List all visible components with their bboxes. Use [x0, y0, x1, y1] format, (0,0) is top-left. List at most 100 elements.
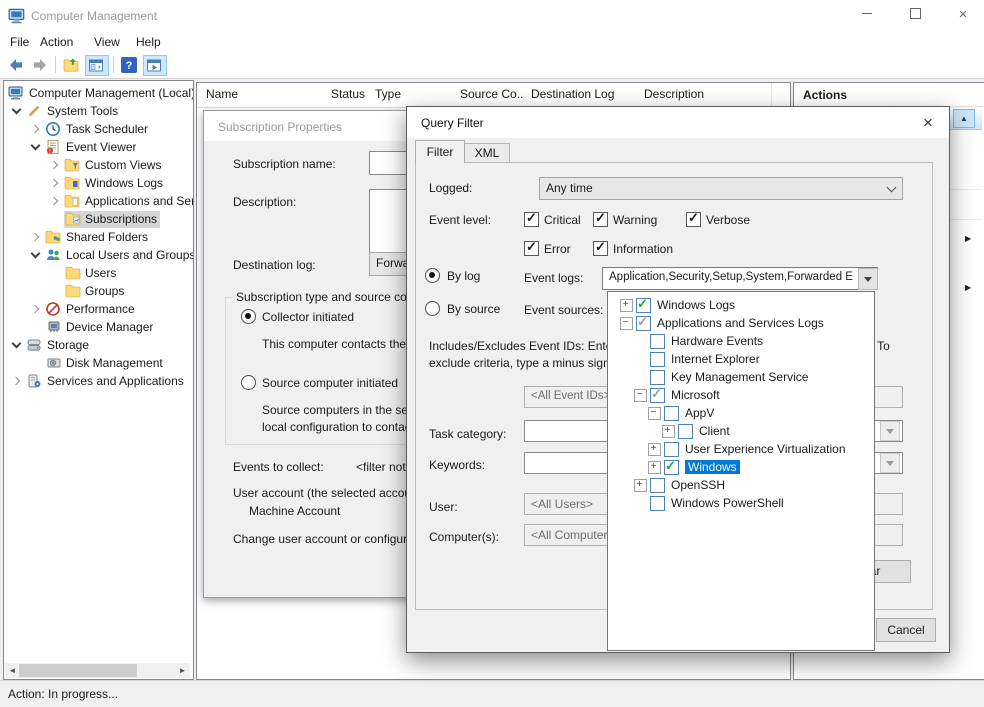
tree-item-services-and-applications[interactable]: Services and Applications	[4, 372, 194, 390]
chevron-expanded-icon[interactable]	[28, 139, 45, 155]
tree-item-disk-management[interactable]: Disk Management	[4, 354, 194, 372]
mixed-checkbox[interactable]	[650, 388, 665, 403]
checked-checkbox[interactable]	[636, 298, 651, 313]
tree-item-custom-views[interactable]: Custom Views	[4, 156, 194, 174]
minimize-button[interactable]	[852, 6, 882, 26]
dropdown-item-openssh[interactable]: OpenSSH	[608, 476, 874, 494]
collapse-minus-icon[interactable]	[634, 389, 647, 402]
event-logs-combo[interactable]: Application,Security,Setup,System,Forwar…	[602, 267, 878, 290]
chevron-collapsed-icon[interactable]	[9, 373, 26, 389]
submenu-arrow-icon[interactable]: ▶	[965, 234, 971, 243]
tab-filter[interactable]: Filter	[415, 140, 465, 163]
tab-xml[interactable]: XML	[464, 143, 510, 163]
unchecked-checkbox[interactable]	[650, 352, 665, 367]
tree-item-users[interactable]: Users	[4, 264, 194, 282]
tree-item-event-viewer[interactable]: ! Event Viewer	[4, 138, 194, 156]
dropdown-item-internet-explorer[interactable]: Internet Explorer	[608, 350, 874, 368]
tree-item-task-scheduler[interactable]: Task Scheduler	[4, 120, 194, 138]
collapse-section-arrow-icon[interactable]: ▲	[953, 109, 975, 128]
tree-item-device-manager[interactable]: Device Manager	[4, 318, 194, 336]
expand-plus-icon[interactable]	[648, 461, 661, 474]
checked-checkbox[interactable]	[664, 460, 679, 475]
scroll-right-arrow-icon[interactable]: ►	[175, 666, 190, 675]
menu-action[interactable]: Action	[34, 33, 79, 51]
expand-plus-icon[interactable]	[662, 425, 675, 438]
menu-help[interactable]: Help	[130, 33, 167, 51]
back-button[interactable]	[6, 55, 26, 75]
forward-button[interactable]	[30, 55, 50, 75]
submenu-arrow-icon[interactable]: ▶	[965, 283, 971, 292]
export-list-button[interactable]	[61, 55, 81, 75]
column-header-type[interactable]: Type	[368, 83, 454, 106]
column-header-name[interactable]: Name	[197, 83, 324, 106]
source-computer-initiated-radio[interactable]	[241, 375, 256, 390]
warning-checkbox[interactable]	[593, 212, 608, 227]
help-button[interactable]: ?	[119, 55, 139, 75]
chevron-collapsed-icon[interactable]	[28, 301, 45, 317]
tree-item-computer-management[interactable]: Computer Management (Local)	[4, 84, 194, 102]
tree-item-groups[interactable]: Groups	[4, 282, 194, 300]
menu-file[interactable]: File	[4, 33, 35, 51]
expand-plus-icon[interactable]	[634, 479, 647, 492]
show-hide-action-pane-button[interactable]	[143, 55, 167, 76]
by-source-radio[interactable]	[425, 301, 440, 316]
dropdown-item-windows-powershell[interactable]: Windows PowerShell	[608, 494, 874, 512]
unchecked-checkbox[interactable]	[650, 496, 665, 511]
tree-item-subscriptions[interactable]: Subscriptions	[4, 210, 194, 228]
collector-initiated-radio[interactable]	[241, 309, 256, 324]
mixed-checkbox[interactable]	[636, 316, 651, 331]
change-account-link-line[interactable]: Change user account or configure a	[233, 532, 424, 546]
dropdown-item-user-experience-virtualization[interactable]: User Experience Virtualization	[608, 440, 874, 458]
cancel-button[interactable]: Cancel	[876, 618, 936, 642]
chevron-expanded-icon[interactable]	[9, 337, 26, 353]
column-header-destination-log[interactable]: Destination Log	[523, 83, 637, 106]
keywords-dropdown-button[interactable]	[880, 453, 900, 473]
chevron-collapsed-icon[interactable]	[47, 175, 64, 191]
tree-item-system-tools[interactable]: System Tools	[4, 102, 194, 120]
collapse-minus-icon[interactable]	[648, 407, 661, 420]
unchecked-checkbox[interactable]	[650, 478, 665, 493]
event-logs-dropdown-button[interactable]	[858, 268, 878, 290]
critical-checkbox[interactable]	[524, 212, 539, 227]
error-checkbox[interactable]	[524, 241, 539, 256]
tree-item-performance[interactable]: Performance	[4, 300, 194, 318]
unchecked-checkbox[interactable]	[664, 442, 679, 457]
dropdown-item-client[interactable]: Client	[608, 422, 874, 440]
logged-combo[interactable]: Any time	[539, 177, 903, 200]
dropdown-item-windows[interactable]: Windows	[608, 458, 874, 476]
unchecked-checkbox[interactable]	[650, 334, 665, 349]
chevron-collapsed-icon[interactable]	[47, 193, 64, 209]
verbose-checkbox[interactable]	[686, 212, 701, 227]
column-header-description[interactable]: Description	[636, 83, 772, 106]
chevron-collapsed-icon[interactable]	[28, 121, 45, 137]
dropdown-item-hardware-events[interactable]: Hardware Events	[608, 332, 874, 350]
maximize-button[interactable]	[900, 6, 930, 26]
tree-item-shared-folders[interactable]: Shared Folders	[4, 228, 194, 246]
tree-item-windows-logs[interactable]: Windows Logs	[4, 174, 194, 192]
chevron-collapsed-icon[interactable]	[28, 229, 45, 245]
collapse-minus-icon[interactable]	[620, 317, 633, 330]
chevron-collapsed-icon[interactable]	[47, 157, 64, 173]
unchecked-checkbox[interactable]	[664, 406, 679, 421]
unchecked-checkbox[interactable]	[678, 424, 693, 439]
column-header-source-computers[interactable]: Source Co...	[453, 83, 524, 106]
dropdown-item-windows-logs[interactable]: Windows Logs	[608, 296, 874, 314]
expand-plus-icon[interactable]	[620, 299, 633, 312]
close-button[interactable]: ×	[948, 6, 978, 26]
chevron-expanded-icon[interactable]	[9, 103, 26, 119]
tree-item-applications-and-services[interactable]: Applications and Serv	[4, 192, 194, 210]
tree-item-storage[interactable]: Storage	[4, 336, 194, 354]
menu-view[interactable]: View	[88, 33, 126, 51]
unchecked-checkbox[interactable]	[650, 370, 665, 385]
dropdown-item-applications-services-logs[interactable]: Applications and Services Logs	[608, 314, 874, 332]
tree-horizontal-scrollbar[interactable]: ◄ ►	[5, 663, 190, 678]
by-log-radio[interactable]	[425, 268, 440, 283]
task-category-dropdown-button[interactable]	[880, 421, 900, 441]
show-hide-console-tree-button[interactable]	[85, 55, 109, 76]
tree-item-local-users-and-groups[interactable]: Local Users and Groups	[4, 246, 194, 264]
column-header-status[interactable]: Status	[323, 83, 369, 106]
close-icon[interactable]: ×	[913, 110, 943, 135]
scroll-left-arrow-icon[interactable]: ◄	[5, 666, 20, 675]
dropdown-item-appv[interactable]: AppV	[608, 404, 874, 422]
scrollbar-thumb[interactable]	[19, 664, 137, 677]
